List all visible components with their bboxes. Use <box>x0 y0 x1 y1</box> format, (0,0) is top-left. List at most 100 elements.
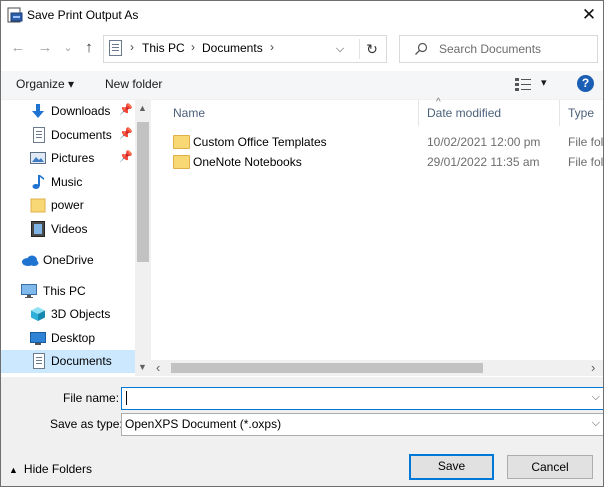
scroll-left-arrow[interactable]: ‹ <box>156 360 160 375</box>
sidebar-item-downloads[interactable]: Downloads 📌 <box>1 100 135 123</box>
scroll-right-arrow[interactable]: › <box>591 360 595 375</box>
cube-icon <box>31 307 45 321</box>
save-as-type-select[interactable]: OpenXPS Document (*.oxps) ⌵ <box>121 413 603 436</box>
view-dropdown-button[interactable]: ▾ <box>541 76 547 89</box>
file-type: File folder <box>568 155 604 169</box>
sidebar-item-onedrive[interactable]: OneDrive <box>1 249 135 272</box>
navigation-scrollbar[interactable]: ▲ ▼ <box>135 100 151 376</box>
text-caret <box>126 391 127 405</box>
breadcrumb-this-pc[interactable]: This PC <box>142 41 185 55</box>
save-as-type-label: Save as type: <box>50 417 123 431</box>
hide-folders-button[interactable]: ▲ Hide Folders <box>9 462 92 476</box>
documents-location-icon <box>109 40 122 56</box>
file-date: 10/02/2021 12:00 pm <box>427 135 541 149</box>
scroll-up-arrow[interactable]: ▲ <box>138 103 147 113</box>
save-as-type-dropdown-button[interactable]: ⌵ <box>592 417 600 430</box>
scrollbar-thumb[interactable] <box>171 363 483 373</box>
new-folder-button[interactable]: New folder <box>105 77 162 91</box>
pin-icon: 📌 <box>119 104 133 116</box>
sidebar-item-3d-objects[interactable]: 3D Objects <box>1 303 135 326</box>
folder-icon <box>173 135 190 149</box>
save-as-type-value: OpenXPS Document (*.oxps) <box>125 417 282 431</box>
search-icon <box>415 42 428 55</box>
column-header-date-modified[interactable]: Date modified <box>427 106 501 120</box>
column-header-name[interactable]: Name <box>173 106 205 120</box>
chevron-up-icon: ▲ <box>9 465 18 475</box>
view-options-icon[interactable] <box>515 78 531 91</box>
command-bar: Organize ▾ New folder ▾ ? <box>1 71 603 100</box>
column-header-row: ^ Name Date modified Type <box>151 97 603 126</box>
file-name-dropdown-button[interactable]: ⌵ <box>592 391 600 404</box>
column-divider[interactable] <box>418 100 419 126</box>
organize-button[interactable]: Organize ▾ <box>16 77 74 91</box>
file-name-label: File name: <box>63 391 120 405</box>
file-name: Custom Office Templates <box>193 135 327 149</box>
pin-icon: 📌 <box>119 128 133 140</box>
help-icon[interactable]: ? <box>577 75 594 92</box>
file-date: 29/01/2022 11:35 am <box>427 155 540 169</box>
scrollbar-thumb[interactable] <box>137 122 149 262</box>
hide-folders-label: Hide Folders <box>23 462 92 476</box>
address-bar[interactable]: › This PC › Documents › ⌵ ↻ <box>103 35 387 63</box>
sidebar-item-pictures[interactable]: Pictures 📌 <box>1 147 135 170</box>
column-divider[interactable] <box>559 100 560 126</box>
sidebar-item-desktop[interactable]: Desktop <box>1 327 135 350</box>
music-note-icon <box>32 175 44 189</box>
search-box[interactable]: Search Documents <box>399 35 598 63</box>
sidebar-item-documents[interactable]: Documents <box>1 350 135 373</box>
recent-locations-button[interactable]: ⌄ <box>62 38 74 58</box>
file-name: OneNote Notebooks <box>193 155 302 169</box>
sidebar-item-label: 3D Objects <box>51 307 111 321</box>
sidebar-item-label: Documents <box>51 354 112 368</box>
video-icon <box>31 221 45 237</box>
title-bar: Save Print Output As ✕ <box>1 1 603 29</box>
back-button[interactable]: ← <box>9 38 27 58</box>
search-placeholder[interactable]: Search Documents <box>439 42 541 56</box>
folder-icon <box>30 198 46 213</box>
file-row[interactable]: OneNote Notebooks 29/01/2022 11:35 am Fi… <box>171 152 603 172</box>
breadcrumb-separator: › <box>191 40 195 54</box>
download-arrow-icon <box>32 104 44 118</box>
cloud-icon <box>22 255 39 266</box>
sidebar-item-label: This PC <box>43 284 86 298</box>
sidebar-item-music[interactable]: Music <box>1 171 135 194</box>
folder-icon <box>173 155 190 169</box>
navigation-pane: Downloads 📌 Documents 📌 Pictures 📌 Music… <box>1 100 151 376</box>
sidebar-item-label: Desktop <box>51 331 96 345</box>
file-list-horizontal-scrollbar[interactable]: ‹ › <box>151 360 603 376</box>
file-name-input[interactable]: ⌵ <box>121 387 603 410</box>
desktop-icon <box>30 332 46 345</box>
sidebar-item-power[interactable]: power <box>1 194 135 217</box>
sidebar-item-label: Music <box>51 175 83 189</box>
sidebar-item-documents-quick[interactable]: Documents 📌 <box>1 124 135 147</box>
document-icon <box>33 353 45 369</box>
column-header-type[interactable]: Type <box>568 106 594 120</box>
file-row[interactable]: Custom Office Templates 10/02/2021 12:00… <box>171 132 603 152</box>
refresh-button[interactable]: ↻ <box>359 39 384 59</box>
sidebar-item-label: Documents <box>51 128 112 142</box>
forward-button[interactable]: → <box>36 38 54 58</box>
sidebar-item-label: OneDrive <box>43 253 94 267</box>
file-type: File folder <box>568 135 604 149</box>
scroll-down-arrow[interactable]: ▼ <box>138 362 147 372</box>
pin-icon: 📌 <box>119 151 133 163</box>
monitor-icon <box>21 284 37 298</box>
sidebar-item-videos[interactable]: Videos <box>1 218 135 241</box>
printer-app-icon <box>7 7 23 23</box>
window-title: Save Print Output As <box>27 8 139 22</box>
save-dialog: Save Print Output As ✕ ← → ⌄ ↑ › This PC… <box>0 0 604 487</box>
sidebar-item-label: Pictures <box>51 151 95 165</box>
sidebar-item-label: Videos <box>51 222 88 236</box>
pictures-icon <box>30 152 46 164</box>
up-button[interactable]: ↑ <box>80 38 98 58</box>
sidebar-item-this-pc[interactable]: This PC <box>1 280 135 303</box>
close-button[interactable]: ✕ <box>576 3 602 27</box>
sidebar-item-label: Downloads <box>51 104 111 118</box>
breadcrumb-documents[interactable]: Documents <box>202 41 263 55</box>
breadcrumb-separator: › <box>130 40 134 54</box>
save-button[interactable]: Save <box>409 454 494 480</box>
breadcrumb-separator[interactable]: › <box>270 40 274 54</box>
cancel-button[interactable]: Cancel <box>507 455 593 479</box>
address-dropdown-button[interactable]: ⌵ <box>330 39 350 59</box>
save-form-panel: File name: ⌵ Save as type: OpenXPS Docum… <box>1 377 603 486</box>
